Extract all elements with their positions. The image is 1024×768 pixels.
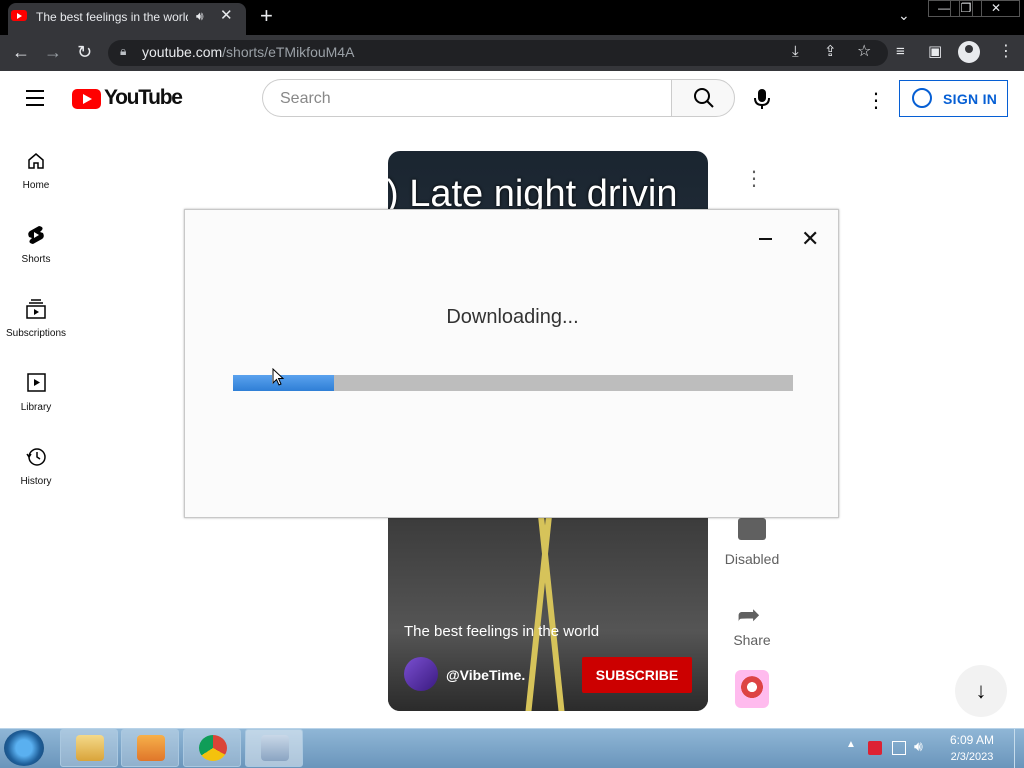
- sidebar-item-shorts[interactable]: Shorts: [0, 224, 72, 284]
- search-icon: [694, 88, 714, 108]
- chrome-menu-icon[interactable]: ⋮: [998, 41, 1014, 63]
- subscribe-button[interactable]: SUBSCRIBE: [582, 657, 692, 693]
- profile-icon[interactable]: [958, 41, 980, 63]
- channel-name[interactable]: @VibeTime.: [446, 667, 525, 683]
- window-close-icon[interactable]: ✕: [972, 0, 1020, 17]
- comments-icon[interactable]: [738, 518, 766, 540]
- clock-time[interactable]: 6:09 AM: [930, 733, 1014, 747]
- voice-search-icon[interactable]: [752, 88, 772, 115]
- sidebar-item-label: Shorts: [21, 254, 51, 265]
- video-more-icon[interactable]: ⋮: [744, 166, 764, 191]
- sidebar-item-label: Library: [20, 402, 52, 413]
- media-control-icon[interactable]: ≡: [896, 41, 905, 63]
- shorts-icon: [28, 226, 44, 244]
- reload-icon[interactable]: ↻: [77, 41, 92, 63]
- chrome-icon: [199, 735, 227, 761]
- search-box: [262, 79, 672, 117]
- dialog-minimize-icon[interactable]: [759, 228, 773, 248]
- back-icon[interactable]: ←: [12, 41, 30, 63]
- side-panel-icon[interactable]: ▣: [928, 41, 942, 63]
- next-short-arrow-icon[interactable]: ↓: [955, 665, 1007, 717]
- sidebar-item-home[interactable]: Home: [0, 150, 72, 210]
- taskbar-chrome[interactable]: [183, 729, 241, 767]
- share-page-icon[interactable]: ⇪: [824, 41, 837, 63]
- sign-in-button[interactable]: SIGN IN: [899, 80, 1008, 117]
- comments-label: Disabled: [724, 551, 780, 567]
- youtube-logo-icon[interactable]: [72, 89, 101, 109]
- library-icon: [27, 373, 46, 392]
- download-status-text: Downloading...: [446, 306, 579, 328]
- new-tab-icon[interactable]: +: [260, 3, 273, 29]
- taskbar-explorer[interactable]: [60, 729, 118, 767]
- url-text[interactable]: youtube.com/shorts/eTMikfouM4A: [142, 44, 354, 60]
- taskbar-downloader[interactable]: [245, 729, 303, 767]
- lock-icon[interactable]: 🔒︎: [120, 44, 126, 59]
- taskbar-media-player[interactable]: [121, 729, 179, 767]
- youtube-favicon-icon: [11, 10, 27, 21]
- share-label: Share: [733, 632, 771, 648]
- tab-search-icon[interactable]: ⌄: [898, 7, 910, 24]
- dialog-close-icon[interactable]: ✕: [801, 228, 819, 250]
- url-host: youtube.com: [142, 44, 223, 60]
- network-icon[interactable]: [892, 741, 906, 755]
- tab-close-icon[interactable]: ✕: [220, 6, 233, 24]
- settings-more-icon[interactable]: ⋮: [866, 88, 886, 113]
- sidebar-item-label: Subscriptions: [5, 328, 67, 339]
- sidebar-item-history[interactable]: History: [0, 446, 72, 506]
- media-player-icon: [137, 735, 165, 761]
- mouse-cursor-icon: [272, 368, 285, 386]
- bookmark-star-icon[interactable]: ☆: [857, 41, 871, 63]
- sidebar-item-label: History: [20, 476, 52, 487]
- youtube-logo-text[interactable]: YouTube: [104, 86, 183, 110]
- action-center-icon[interactable]: [868, 741, 882, 755]
- history-icon: [26, 448, 46, 466]
- sign-in-label: SIGN IN: [943, 91, 998, 107]
- show-hidden-icons-icon[interactable]: ▲: [846, 739, 856, 750]
- sound-thumbnail[interactable]: [735, 670, 769, 708]
- clock-date[interactable]: 2/3/2023: [930, 751, 1014, 763]
- sidebar-item-subscriptions[interactable]: Subscriptions: [0, 298, 72, 358]
- folder-icon: [76, 735, 104, 761]
- download-dialog: ✕ Downloading...: [184, 209, 839, 518]
- search-button[interactable]: [671, 79, 735, 117]
- volume-icon[interactable]: 🔊︎: [914, 738, 923, 755]
- start-button-icon[interactable]: [4, 730, 44, 766]
- url-path: /shorts/eTMikfouM4A: [222, 44, 355, 60]
- speaker-icon[interactable]: 🔊︎: [196, 9, 204, 24]
- channel-avatar[interactable]: [404, 657, 438, 691]
- subscriptions-icon: [26, 299, 46, 319]
- search-input[interactable]: [278, 88, 662, 110]
- downloader-app-icon: [261, 735, 289, 761]
- sidebar-item-library[interactable]: Library: [0, 372, 72, 432]
- account-icon: [912, 88, 932, 108]
- download-progress-bar: [233, 375, 793, 391]
- home-icon: [28, 153, 44, 169]
- tab-title: The best feelings in the world: [36, 10, 188, 24]
- install-icon[interactable]: ⤓: [792, 41, 799, 63]
- forward-icon[interactable]: →: [44, 41, 62, 63]
- show-desktop-button[interactable]: [1014, 729, 1024, 768]
- sidebar-item-label: Home: [22, 180, 50, 191]
- guide-menu-icon[interactable]: [26, 90, 44, 106]
- video-title[interactable]: The best feelings in the world: [404, 623, 599, 640]
- share-icon[interactable]: ➦: [737, 598, 760, 631]
